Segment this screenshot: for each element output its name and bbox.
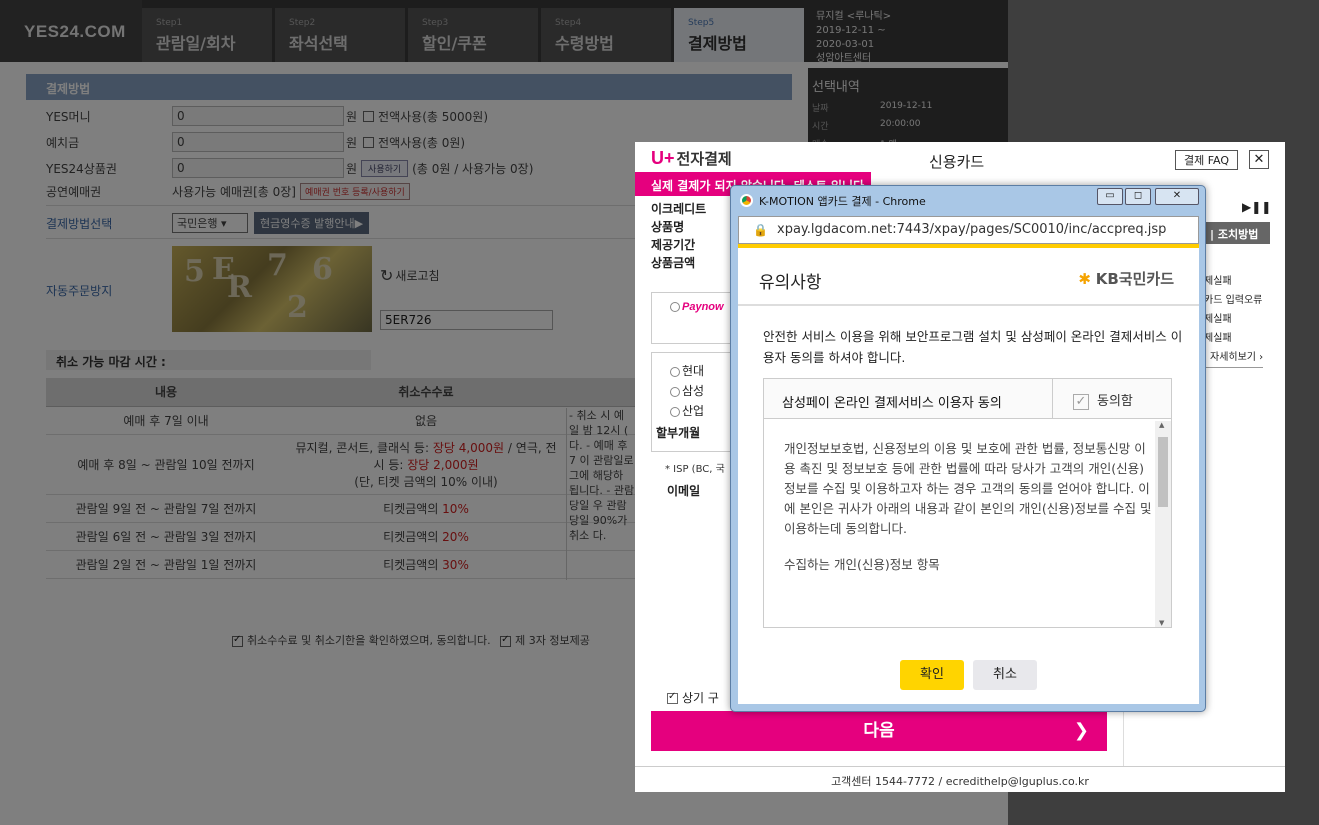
help-list: 제실패 카드 입력오류 제실패 제실패 자세히보기 › — [1204, 272, 1264, 368]
kb-star-icon: ✱ — [1078, 270, 1091, 288]
customer-center-footer: 고객센터 1544-7772 / ecredithelp@lguplus.co.… — [635, 766, 1285, 792]
chrome-popup-window: K-MOTION 앱카드 결제 - Chrome ▭ ◻ ✕ 🔒 xpay.lgd… — [730, 185, 1206, 712]
notice-intro: 안전한 서비스 이용을 위해 보안프로그램 설치 및 삼성페이 온라인 결제서비… — [763, 329, 1183, 365]
kb-card-logo: ✱ KB국민카드 — [1078, 268, 1174, 289]
help-more-link[interactable]: 자세히보기 › — [1204, 348, 1264, 368]
notice-heading: 유의사항 — [759, 273, 822, 293]
card-label: 산업 — [682, 404, 705, 418]
guide-badge-label: 조치방법 — [1217, 228, 1259, 241]
check-icon: ✓ — [1073, 393, 1089, 410]
lguplus-logo: U+ 전자결제 — [651, 148, 732, 169]
window-title: K-MOTION 앱카드 결제 - Chrome — [759, 195, 926, 208]
scroll-up-icon[interactable]: ▲ — [1159, 421, 1164, 429]
terms-label: 상기 구 — [682, 691, 719, 705]
play-pause-icon[interactable]: ▶❚❚ — [1242, 200, 1271, 214]
lguplus-logo-text: 전자결제 — [676, 151, 732, 168]
consent-box: 삼성페이 온라인 결제서비스 이용자 동의 ✓ 동의함 개인정보보호법, 신용정보… — [763, 378, 1172, 628]
consent-agree[interactable]: ✓ 동의함 — [1052, 379, 1171, 418]
help-item[interactable]: 제실패 — [1204, 310, 1263, 329]
next-label: 다음 — [863, 721, 895, 741]
faq-button[interactable]: 결제 FAQ — [1175, 150, 1239, 170]
consent-subheading: 수집하는 개인(신용)정보 항목 — [784, 557, 940, 572]
terms-agree-row: 상기 구 — [667, 689, 719, 706]
lock-icon: 🔒 — [753, 223, 768, 237]
popup-content: 유의사항 ✱ KB국민카드 안전한 서비스 이용을 위해 보안프로그램 설치 및… — [738, 244, 1199, 704]
scrollbar[interactable]: ▲ ▼ — [1155, 421, 1171, 627]
help-item[interactable]: 제실패 — [1204, 329, 1263, 348]
guide-badge[interactable]: | 조치방법 — [1206, 222, 1270, 244]
next-button[interactable]: 다음 ❯ — [651, 711, 1107, 751]
isp-note: * ISP (BC, 국 — [665, 464, 725, 475]
address-bar[interactable]: 🔒 xpay.lgdacom.net:7443/xpay/pages/SC0010… — [738, 216, 1199, 244]
kb-logo-text: KB국민카드 — [1095, 270, 1174, 288]
close-icon[interactable]: ✕ — [1155, 188, 1199, 205]
terms-checkbox[interactable] — [667, 691, 678, 704]
help-item[interactable]: 카드 입력오류 — [1204, 291, 1263, 310]
chrome-icon — [740, 194, 753, 207]
consent-title: 삼성페이 온라인 결제서비스 이용자 동의 — [782, 396, 1002, 411]
card-label: 삼성 — [682, 384, 705, 398]
cancel-button[interactable]: 취소 — [973, 660, 1037, 690]
radio-icon — [670, 301, 680, 312]
scrollbar-thumb[interactable] — [1158, 437, 1168, 507]
paynow-logo: Paynow — [682, 301, 724, 313]
consent-header: 삼성페이 온라인 결제서비스 이용자 동의 ✓ 동의함 — [764, 379, 1171, 419]
consent-text-area: 개인정보보호법, 신용정보의 이용 및 보호에 관한 법률, 정보통신망 이용 … — [784, 439, 1154, 624]
radio-icon — [670, 366, 680, 377]
modal-title: 신용카드 — [929, 153, 985, 171]
consent-agree-label: 동의함 — [1097, 394, 1133, 409]
divider — [738, 304, 1199, 306]
radio-icon — [670, 406, 680, 417]
chevron-right-icon: ❯ — [1073, 720, 1089, 741]
lguplus-logo-mark: U+ — [651, 148, 675, 168]
consent-text: 개인정보보호법, 신용정보의 이용 및 보호에 관한 법률, 정보통신망 이용 … — [784, 441, 1152, 536]
maximize-icon[interactable]: ◻ — [1125, 188, 1151, 205]
card-label: 현대 — [682, 364, 705, 378]
minimize-icon[interactable]: ▭ — [1097, 188, 1123, 205]
email-label: 이메일 — [667, 484, 701, 498]
url-text: xpay.lgdacom.net:7443/xpay/pages/SC0010/… — [777, 222, 1167, 237]
help-item[interactable]: 제실패 — [1204, 272, 1263, 291]
confirm-button[interactable]: 확인 — [900, 660, 964, 690]
close-icon[interactable]: ✕ — [1249, 150, 1269, 169]
scroll-down-icon[interactable]: ▼ — [1159, 619, 1164, 627]
radio-icon — [670, 386, 680, 397]
